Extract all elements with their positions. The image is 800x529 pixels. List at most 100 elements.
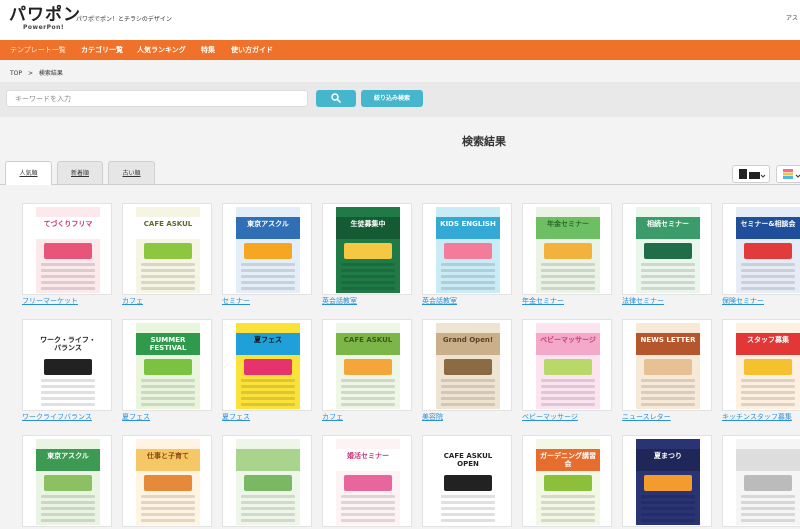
view-mode-button-list[interactable] <box>732 165 770 183</box>
template-category-link[interactable]: 夏フェス <box>122 413 212 422</box>
template-category-link[interactable]: 法律セミナー <box>622 297 712 306</box>
template-thumbnail[interactable]: 夏まつり <box>622 435 712 527</box>
flyer-title: KIDS ENGLISH <box>440 220 496 228</box>
template-thumbnail[interactable]: 夏フェス <box>222 319 312 411</box>
template-card[interactable]: てづくりフリマフリーマーケット <box>22 203 112 306</box>
flyer-title: 夏まつり <box>654 452 682 460</box>
template-category-link[interactable]: キッチンスタッフ募集 <box>722 413 800 422</box>
template-card[interactable] <box>222 435 312 529</box>
template-thumbnail[interactable]: CAFE ASKUL OPEN <box>422 435 512 527</box>
template-category-link[interactable]: 保険セミナー <box>722 297 800 306</box>
template-card[interactable]: 仕事と子育て <box>122 435 212 529</box>
template-thumbnail[interactable]: 婚活セミナー <box>322 435 412 527</box>
nav-item-feature[interactable]: 特集 <box>201 40 215 60</box>
template-card[interactable]: 婚活セミナー <box>322 435 412 529</box>
template-thumbnail[interactable]: ベビーマッサージ <box>522 319 612 411</box>
template-category-link[interactable]: 夏フェス <box>222 413 312 422</box>
header-right-text[interactable]: アス <box>786 13 798 22</box>
tab-oldest[interactable]: 古い順 <box>108 161 155 184</box>
search-button[interactable] <box>316 90 356 107</box>
breadcrumb-current: 検索結果 <box>38 70 63 77</box>
nav-item-template-list[interactable]: テンプレート一覧 <box>10 40 66 60</box>
template-thumbnail[interactable]: スタッフ募集 <box>722 319 800 411</box>
template-card[interactable]: 生徒募集中英会話教室 <box>322 203 412 306</box>
flyer-title: SUMMER FESTIVAL <box>149 336 187 352</box>
flyer-preview-image: 仕事と子育て <box>136 439 200 525</box>
template-thumbnail[interactable]: 相続セミナー <box>622 203 712 295</box>
template-card[interactable]: KIDS ENGLISH 英会話教室 <box>422 203 512 306</box>
flyer-preview-image: ワーク・ライフ・バランス <box>36 323 100 409</box>
flyer-preview-image: NEWS LETTER <box>636 323 700 409</box>
flyer-preview-image: SUMMER FESTIVAL <box>136 323 200 409</box>
flyer-title: 生徒募集中 <box>350 220 386 228</box>
template-thumbnail[interactable]: 仕事と子育て <box>122 435 212 527</box>
template-category-link[interactable]: カフェ <box>322 413 412 422</box>
template-thumbnail[interactable]: SUMMER FESTIVAL <box>122 319 212 411</box>
template-thumbnail[interactable]: 東京アスクル <box>222 203 312 295</box>
flyer-preview-image: CAFE ASKUL <box>336 323 400 409</box>
nav-item-category-list[interactable]: カテゴリ一覧 <box>81 40 123 60</box>
flyer-preview-image: ベビーマッサージ <box>536 323 600 409</box>
template-category-link[interactable]: セミナー <box>222 297 312 306</box>
breadcrumb-home[interactable]: TOP <box>10 70 22 77</box>
template-thumbnail[interactable]: Grand Open! <box>422 319 512 411</box>
template-card[interactable]: CAFE ASKUL カフェ <box>122 203 212 306</box>
template-category-link[interactable]: フリーマーケット <box>22 297 112 306</box>
template-card[interactable]: NEWS LETTER ニュースレター <box>622 319 712 422</box>
template-thumbnail[interactable]: ガーデニング講習会 <box>522 435 612 527</box>
template-card[interactable]: セミナー&相談会保険セミナー <box>722 203 800 306</box>
template-category-link[interactable]: 英会話教室 <box>322 297 412 306</box>
template-thumbnail[interactable]: 東京アスクル <box>22 435 112 527</box>
site-logo[interactable]: パワポン PowerPon! <box>9 6 81 31</box>
flyer-preview-image <box>236 439 300 525</box>
tab-popular[interactable]: 人気順 <box>5 161 52 185</box>
search-input[interactable] <box>6 90 308 107</box>
flyer-preview-image: CAFE ASKUL <box>136 207 200 293</box>
template-thumbnail[interactable] <box>222 435 312 527</box>
template-card[interactable]: 相続セミナー法律セミナー <box>622 203 712 306</box>
template-thumbnail[interactable]: ワーク・ライフ・バランス <box>22 319 112 411</box>
view-mode-button-color[interactable] <box>776 165 800 183</box>
flyer-preview-image <box>736 439 800 525</box>
template-card[interactable]: 年金セミナー 年金セミナー <box>522 203 612 306</box>
template-card[interactable]: CAFE ASKUL OPEN <box>422 435 512 529</box>
template-card[interactable]: Grand Open! 美容院 <box>422 319 512 422</box>
flyer-title: 東京アスクル <box>47 452 89 460</box>
template-card[interactable]: スタッフ募集キッチンスタッフ募集 <box>722 319 800 422</box>
template-category-link[interactable]: ベビーマッサージ <box>522 413 612 422</box>
template-card[interactable] <box>722 435 800 529</box>
template-card[interactable]: 夏フェス 夏フェス <box>222 319 312 422</box>
template-thumbnail[interactable]: KIDS ENGLISH <box>422 203 512 295</box>
template-thumbnail[interactable]: てづくりフリマ <box>22 203 112 295</box>
template-thumbnail[interactable]: CAFE ASKUL <box>122 203 212 295</box>
flyer-preview-image: 東京アスクル <box>236 207 300 293</box>
template-thumbnail[interactable]: 年金セミナー <box>522 203 612 295</box>
template-card[interactable]: ベビーマッサージ ベビーマッサージ <box>522 319 612 422</box>
template-category-link[interactable]: 年金セミナー <box>522 297 612 306</box>
template-card[interactable]: ガーデニング講習会 <box>522 435 612 529</box>
nav-item-ranking[interactable]: 人気ランキング <box>137 40 186 60</box>
tab-newest[interactable]: 新着順 <box>57 161 103 184</box>
template-thumbnail[interactable]: 生徒募集中 <box>322 203 412 295</box>
search-bar: 絞り込み検索 <box>0 82 800 117</box>
filter-search-button[interactable]: 絞り込み検索 <box>361 90 423 107</box>
breadcrumb-separator: > <box>27 70 33 77</box>
template-thumbnail[interactable] <box>722 435 800 527</box>
template-category-link[interactable]: 美容院 <box>422 413 512 422</box>
template-category-link[interactable]: 英会話教室 <box>422 297 512 306</box>
template-card[interactable]: 東京アスクル <box>22 435 112 529</box>
template-thumbnail[interactable]: セミナー&相談会 <box>722 203 800 295</box>
template-card[interactable]: SUMMER FESTIVAL 夏フェス <box>122 319 212 422</box>
template-card[interactable]: 夏まつり <box>622 435 712 529</box>
flyer-title: ガーデニング講習会 <box>540 452 596 468</box>
template-card[interactable]: ワーク・ライフ・バランスワークライフバランス <box>22 319 112 422</box>
nav-item-guide[interactable]: 使い方ガイド <box>231 40 273 60</box>
template-thumbnail[interactable]: NEWS LETTER <box>622 319 712 411</box>
flyer-preview-image: KIDS ENGLISH <box>436 207 500 293</box>
template-category-link[interactable]: ニュースレター <box>622 413 712 422</box>
template-card[interactable]: CAFE ASKUL カフェ <box>322 319 412 422</box>
template-category-link[interactable]: ワークライフバランス <box>22 413 112 422</box>
template-card[interactable]: 東京アスクルセミナー <box>222 203 312 306</box>
template-thumbnail[interactable]: CAFE ASKUL <box>322 319 412 411</box>
template-category-link[interactable]: カフェ <box>122 297 212 306</box>
